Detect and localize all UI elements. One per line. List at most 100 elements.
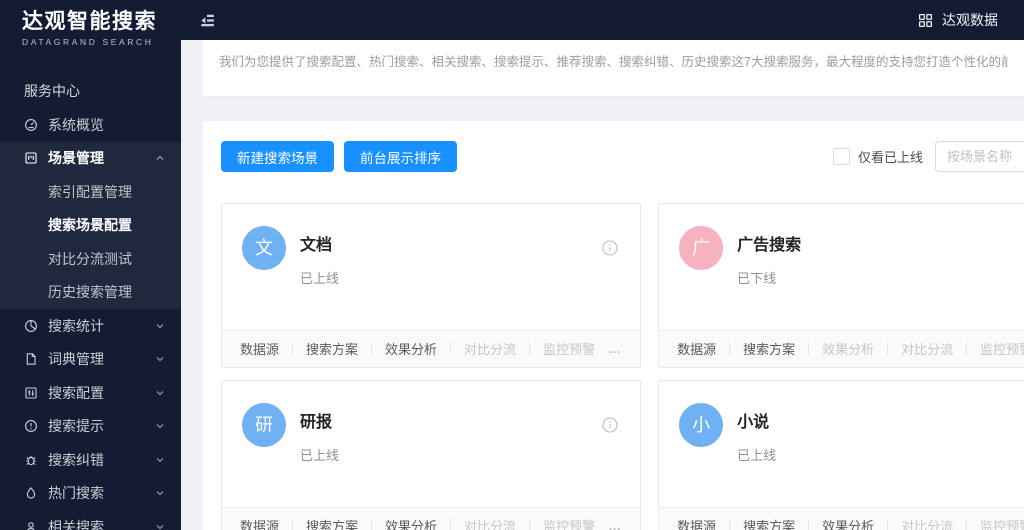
exclamation-circle-icon [24, 419, 38, 433]
action-monitor-alert[interactable]: 监控预警 [980, 339, 1024, 358]
sidebar-item-label: 相关搜索 [48, 518, 104, 530]
divider [966, 519, 968, 530]
scene-card-wendang: 文 文档 已上线 数据源 搜索方案 效果分析 对比分流 监控预警 … [221, 203, 642, 368]
divider [808, 519, 810, 530]
org-switcher[interactable]: 达观数据 [918, 10, 998, 30]
sidebar-item-label: 搜索纠错 [48, 451, 104, 468]
sidebar-group-title: 服务中心 [24, 83, 80, 99]
action-effect-analysis[interactable]: 效果分析 [822, 339, 874, 358]
sidebar-subitem-index-config[interactable]: 索引配置管理 [0, 175, 181, 209]
divider [292, 342, 294, 356]
online-only-checkbox[interactable] [832, 148, 850, 165]
sidebar-item-search-stats[interactable]: 搜索统计 [0, 309, 181, 343]
sidebar-item-system-overview[interactable]: 系统概览 [0, 108, 181, 142]
action-search-plan[interactable]: 搜索方案 [306, 339, 358, 358]
divider [529, 519, 531, 530]
logo-subtitle: DATAGRAND SEARCH [22, 37, 154, 47]
sidebar-item-hot-search[interactable]: 热门搜索 [0, 477, 181, 511]
sidebar-subitem-history-search[interactable]: 历史搜索管理 [0, 276, 181, 310]
action-monitor-alert[interactable]: 监控预警 [543, 516, 595, 530]
action-monitor-alert[interactable]: 监控预警 [543, 339, 595, 358]
sidebar-item-search-config[interactable]: 搜索配置 [0, 376, 181, 410]
action-ab-split[interactable]: 对比分流 [901, 516, 953, 530]
sidebar-item-scene-management[interactable]: 场景管理 [0, 142, 181, 176]
divider [966, 342, 968, 356]
action-monitor-alert[interactable]: 监控预警 [980, 516, 1024, 530]
card-title: 广告搜索 [737, 237, 802, 254]
divider [529, 342, 531, 356]
chevron-up-icon [155, 153, 165, 163]
scene-panel: 新建搜索场景 前台展示排序 仅看已上线 文 文档 已上线 [203, 121, 1024, 530]
sidebar-item-label: 搜索统计 [48, 317, 104, 334]
chevron-down-icon [155, 488, 165, 498]
menu-fold-icon[interactable] [198, 11, 217, 30]
card-footer: 数据源 搜索方案 效果分析 对比分流 监控预警 … [222, 506, 641, 530]
sidebar-item-search-hint[interactable]: 搜索提示 [0, 410, 181, 444]
sidebar-item-label: 词典管理 [48, 351, 104, 368]
chevron-down-icon [155, 522, 165, 530]
more-actions[interactable]: … [608, 341, 622, 356]
action-effect-analysis[interactable]: 效果分析 [385, 516, 437, 530]
action-data-source[interactable]: 数据源 [677, 516, 716, 530]
top-bar: 达观数据 [181, 0, 1024, 40]
more-actions[interactable]: … [608, 518, 622, 530]
divider [887, 342, 889, 356]
divider [729, 342, 731, 356]
scene-card-xiaoshuo: 小 小说 已上线 数据源 搜索方案 效果分析 对比分流 监控预 [658, 380, 1024, 530]
sidebar-subitem-scene-config-active[interactable]: 搜索场景配置 [0, 209, 181, 243]
action-search-plan[interactable]: 搜索方案 [743, 339, 795, 358]
divider [292, 519, 294, 530]
avatar: 小 [679, 403, 724, 447]
dashboard-icon [24, 118, 38, 132]
info-icon[interactable] [602, 240, 618, 256]
sidebar-item-related-search[interactable]: 相关搜索 [0, 510, 181, 530]
toolbar-right: 仅看已上线 [832, 141, 1024, 172]
action-search-plan[interactable]: 搜索方案 [743, 516, 795, 530]
sidebar-subitem-ab-test[interactable]: 对比分流测试 [0, 242, 181, 276]
front-sort-button[interactable]: 前台展示排序 [344, 141, 457, 172]
sidebar-menu: 系统概览 场景管理 索引配置管理 搜索场景配置 对比分流测试 历史搜索管理 搜索… [0, 108, 181, 530]
card-head: 研报 已上线 [300, 403, 339, 507]
action-ab-split[interactable]: 对比分流 [901, 339, 953, 358]
action-ab-split[interactable]: 对比分流 [464, 339, 516, 358]
card-title: 文档 [300, 237, 333, 254]
card-head: 文档 已上线 [300, 226, 339, 330]
dictionary-file-icon [24, 352, 38, 366]
avatar: 广 [679, 226, 724, 270]
divider [450, 519, 452, 530]
info-icon[interactable] [602, 417, 618, 433]
action-data-source[interactable]: 数据源 [240, 339, 279, 358]
scene-card-yanbao: 研 研报 已上线 数据源 搜索方案 效果分析 对比分流 监控预警 … [221, 380, 642, 530]
action-effect-analysis[interactable]: 效果分析 [822, 516, 874, 530]
sidebar-item-dictionary[interactable]: 词典管理 [0, 343, 181, 377]
sidebar: 达观智能搜索 DATAGRAND SEARCH 服务中心 系统概览 场景管理 索… [0, 0, 181, 530]
divider [808, 342, 810, 356]
divider [887, 519, 889, 530]
new-scene-button[interactable]: 新建搜索场景 [221, 141, 334, 172]
sidebar-item-label: 热门搜索 [48, 485, 104, 502]
action-effect-analysis[interactable]: 效果分析 [385, 339, 437, 358]
avatar: 研 [242, 403, 286, 447]
scene-search-input[interactable] [935, 141, 1024, 172]
appstore-grid-icon [918, 13, 933, 28]
card-body: 小 小说 已上线 [659, 381, 1024, 507]
action-ab-split[interactable]: 对比分流 [464, 516, 516, 530]
status-badge: 已下线 [737, 271, 777, 286]
action-data-source[interactable]: 数据源 [677, 339, 716, 358]
intro-banner: 我们为您提供了搜索配置、热门搜索、相关搜索、搜索提示、推荐搜索、搜索纠错、历史搜… [203, 40, 1024, 97]
online-only-label[interactable]: 仅看已上线 [858, 147, 923, 166]
card-head: 小说 已上线 [737, 403, 776, 507]
sidebar-item-search-correction[interactable]: 搜索纠错 [0, 443, 181, 477]
action-search-plan[interactable]: 搜索方案 [306, 516, 358, 530]
chevron-down-icon [155, 455, 165, 465]
chevron-down-icon [155, 354, 165, 364]
card-body: 广 广告搜索 已下线 [659, 204, 1024, 330]
card-footer: 数据源 搜索方案 效果分析 对比分流 监控预警 … [222, 329, 641, 367]
sidebar-item-label: 系统概览 [48, 116, 104, 133]
bug-icon [24, 453, 38, 467]
action-data-source[interactable]: 数据源 [240, 516, 279, 530]
sidebar-group-scene-management: 场景管理 索引配置管理 搜索场景配置 对比分流测试 历史搜索管理 [0, 141, 181, 310]
card-head: 广告搜索 已下线 [737, 226, 801, 330]
settings-sliders-icon [24, 386, 38, 400]
scene-management-icon [24, 151, 38, 165]
